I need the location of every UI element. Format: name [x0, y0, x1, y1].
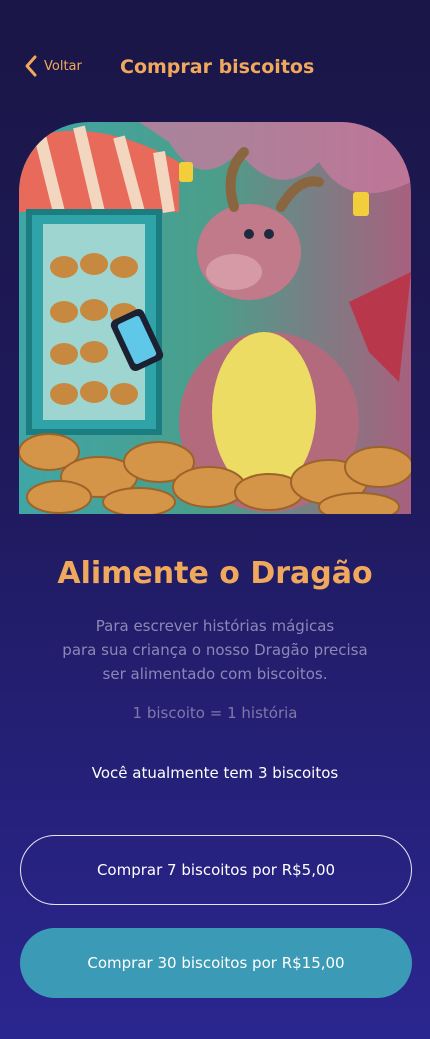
exchange-rate: 1 biscoito = 1 história — [132, 704, 298, 722]
page-title: Comprar biscoitos — [120, 56, 315, 78]
header: Voltar Comprar biscoitos — [0, 52, 430, 84]
description-line: para sua criança o nosso Dragão precisa — [62, 641, 368, 659]
main-heading: Alimente o Dragão — [57, 556, 373, 591]
buy-7-cookies-button[interactable]: Comprar 7 biscoitos por R$5,00 — [20, 835, 412, 905]
dragon-illustration — [19, 122, 411, 514]
buy-30-cookies-button[interactable]: Comprar 30 biscoitos por R$15,00 — [20, 928, 412, 998]
back-button[interactable]: Voltar — [24, 54, 82, 78]
current-balance: Você atualmente tem 3 biscoitos — [91, 764, 339, 782]
chevron-left-icon — [25, 55, 37, 77]
description: Para escrever histórias mágicas para sua… — [40, 614, 390, 686]
description-line: Para escrever histórias mágicas — [95, 617, 335, 635]
back-label: Voltar — [44, 58, 82, 74]
description-line: ser alimentado com biscoitos. — [102, 665, 328, 683]
